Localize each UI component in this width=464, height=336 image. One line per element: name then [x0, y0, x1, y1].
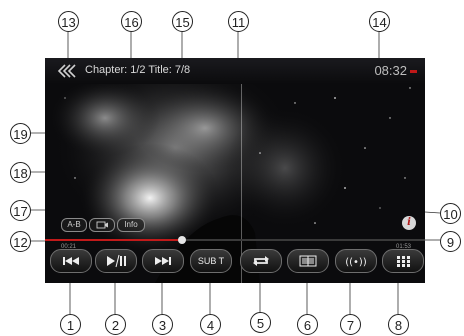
list-icon	[299, 255, 317, 267]
callout-9: 9	[440, 231, 461, 252]
callout-4: 4	[200, 314, 221, 335]
chapter-list-button[interactable]	[287, 249, 329, 273]
am-pm-indicator	[410, 70, 417, 73]
repeat-button[interactable]	[240, 249, 282, 273]
camera-icon	[96, 221, 108, 229]
play-pause-icon	[107, 254, 126, 268]
callout-13: 13	[58, 11, 79, 32]
callout-3: 3	[152, 314, 173, 335]
callout-8: 8	[388, 314, 409, 335]
back-chevrons-icon[interactable]	[57, 64, 77, 78]
a-b-repeat-button[interactable]: A-B	[61, 218, 87, 232]
camera-angle-button[interactable]	[89, 218, 115, 232]
next-button[interactable]	[142, 249, 184, 273]
previous-button[interactable]	[50, 249, 92, 273]
play-pause-button[interactable]	[95, 249, 137, 273]
callout-1: 1	[60, 314, 81, 335]
info-icon[interactable]: i	[402, 216, 416, 230]
chapter-title-indicator: Chapter: 1/2 Title: 7/8	[85, 64, 191, 76]
callout-14: 14	[369, 11, 390, 32]
repeat-icon	[253, 256, 269, 266]
clock: 08:32	[374, 63, 407, 78]
skip-previous-icon	[63, 257, 79, 265]
video-player-screen[interactable]: Chapter: 1/2 Title: 7/8 08:32 A-B Info i…	[45, 58, 425, 283]
callout-16: 16	[121, 11, 142, 32]
callout-19: 19	[10, 123, 31, 144]
skip-next-icon	[155, 257, 171, 265]
callout-17: 17	[10, 200, 31, 221]
callout-15: 15	[172, 11, 193, 32]
progress-fill	[45, 239, 182, 241]
header-bar: Chapter: 1/2 Title: 7/8 08:32	[45, 58, 425, 84]
grid-icon	[397, 256, 410, 267]
callout-5: 5	[250, 312, 271, 333]
audio-waves-icon: ((•))	[345, 257, 367, 268]
callout-6: 6	[297, 314, 318, 335]
callout-10: 10	[440, 203, 461, 224]
progress-handle[interactable]	[177, 236, 186, 244]
callout-12: 12	[10, 231, 31, 252]
callout-11: 11	[228, 11, 249, 32]
callout-18: 18	[10, 162, 31, 183]
info-button[interactable]: Info	[117, 218, 145, 232]
menu-grid-button[interactable]	[382, 249, 424, 273]
callout-7: 7	[340, 314, 361, 335]
subtitle-button[interactable]: SUB T	[190, 249, 232, 273]
audio-button[interactable]: ((•))	[335, 249, 377, 273]
svg-text:((•)): ((•))	[345, 257, 367, 268]
callout-2: 2	[105, 314, 126, 335]
